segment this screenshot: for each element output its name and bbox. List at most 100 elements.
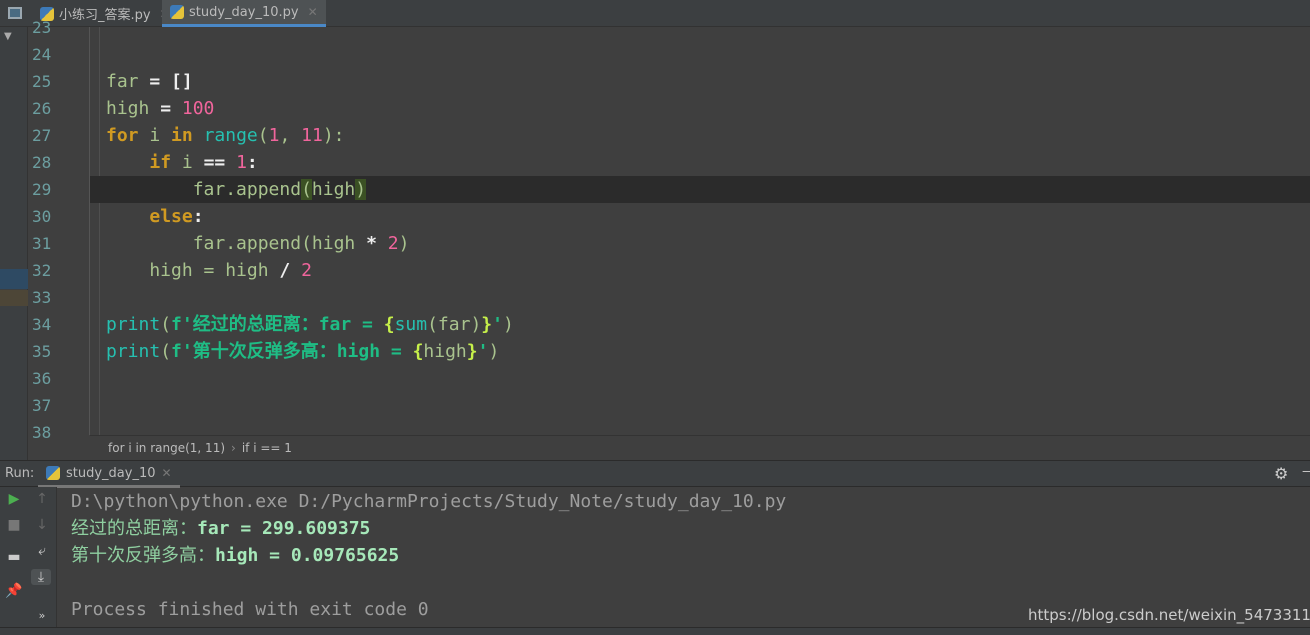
token: in: [171, 125, 193, 146]
token: :: [192, 206, 204, 227]
token: 2: [387, 233, 399, 254]
token: high: [423, 341, 467, 362]
token: 1: [268, 125, 280, 146]
soft-wrap-icon[interactable]: ⤶: [32, 543, 52, 559]
up-arrow-icon[interactable]: ↑: [32, 491, 52, 507]
scroll-marker: [0, 269, 28, 289]
token: sum: [394, 314, 428, 335]
token: (: [257, 125, 269, 146]
line-number: 26: [32, 99, 52, 118]
output-text: 第十次反弹多高：: [71, 545, 215, 566]
code-line[interactable]: 27 for i in range(1, 11):: [32, 122, 1310, 149]
token: ': [477, 341, 489, 362]
code-line[interactable]: 28 if i == 1:: [32, 149, 1310, 176]
token: }: [481, 314, 493, 335]
token: *: [366, 233, 388, 254]
code-line[interactable]: 25 far = []: [32, 68, 1310, 95]
code-line[interactable]: 37: [32, 392, 1310, 419]
minimize-icon[interactable]: —: [1302, 464, 1310, 479]
line-number: 32: [32, 261, 52, 280]
token: 2: [301, 260, 312, 281]
code-text: print(f'经过的总距离：far = {sum(far)}'): [106, 311, 514, 338]
code-line[interactable]: 29 far.append(high): [32, 176, 1310, 203]
token: far.append: [106, 179, 302, 200]
chevron-right-icon: ›: [231, 441, 236, 455]
token: high: [311, 179, 356, 200]
code-text: for i in range(1, 11):: [106, 122, 345, 149]
token: else: [149, 206, 193, 227]
token: print: [106, 314, 161, 335]
token: ==: [203, 152, 237, 173]
token: ): [502, 314, 514, 335]
token: i: [138, 125, 172, 146]
token: :: [246, 152, 258, 173]
token: []: [171, 71, 193, 92]
code-line[interactable]: 23: [32, 14, 1310, 41]
token: {: [412, 341, 424, 362]
code-line[interactable]: 26 high = 100: [32, 95, 1310, 122]
status-bar: [0, 627, 1310, 635]
pin-icon[interactable]: 📌: [4, 583, 24, 599]
token: ): [488, 341, 500, 362]
more-icon[interactable]: »: [32, 609, 52, 622]
code-line[interactable]: 24: [32, 41, 1310, 68]
token: range: [203, 125, 258, 146]
line-number: 31: [32, 234, 52, 253]
code-text: high = high / 2: [106, 257, 312, 284]
run-tab[interactable]: study_day_10 ✕: [38, 461, 180, 488]
token: {: [383, 314, 395, 335]
output-value: high = 0.09765625: [215, 545, 400, 566]
output-value: far = 299.609375: [197, 518, 371, 539]
token: ): [355, 179, 367, 200]
down-arrow-icon[interactable]: ↓: [32, 517, 52, 533]
token: (: [301, 179, 312, 200]
code-editor[interactable]: 23 24 25 far = [] 26 high = 100 27 for i in ran…: [32, 18, 1310, 442]
token: ': [492, 314, 503, 335]
rerun-icon[interactable]: ▶: [4, 491, 24, 507]
layout-icon[interactable]: ▬: [4, 549, 24, 565]
collapse-icon[interactable]: ▼: [4, 31, 12, 42]
gear-icon[interactable]: ⚙: [1274, 464, 1288, 483]
line-number: 37: [32, 396, 52, 415]
token: f'第十次反弹多高：high =: [171, 341, 413, 362]
console-finish: Process finished with exit code 0: [71, 599, 429, 620]
token: 1: [236, 152, 247, 173]
stop-icon[interactable]: ■: [4, 517, 24, 533]
line-number: 36: [32, 369, 52, 388]
code-line[interactable]: 32 high = high / 2: [32, 257, 1310, 284]
project-icon[interactable]: [8, 7, 22, 19]
line-number: 34: [32, 315, 52, 334]
code-line[interactable]: 34 print(f'经过的总距离：far = {sum(far)}'): [32, 311, 1310, 338]
token: for: [106, 125, 139, 146]
breadcrumb-item[interactable]: for i in range(1, 11): [108, 441, 225, 455]
python-icon: [46, 466, 60, 480]
token: ,: [279, 125, 302, 146]
run-label: Run:: [5, 466, 35, 481]
token: ): [398, 233, 410, 254]
close-icon[interactable]: ✕: [162, 466, 172, 480]
code-line[interactable]: 33: [32, 284, 1310, 311]
run-tab-label: study_day_10: [66, 465, 156, 481]
token: (far): [427, 314, 482, 335]
console-line: 第十次反弹多高：high = 0.09765625: [71, 542, 399, 569]
scroll-to-end-icon[interactable]: ⤓: [31, 569, 51, 585]
code-line[interactable]: 31 far.append(high * 2): [32, 230, 1310, 257]
console-command: D:\python\python.exe D:/PycharmProjects/…: [71, 491, 787, 512]
watermark: https://blog.csdn.net/weixin_54733110: [1028, 606, 1310, 624]
code-line[interactable]: 36: [32, 365, 1310, 392]
token: 100: [181, 98, 215, 119]
code-text: print(f'第十次反弹多高：high = {high}'): [106, 338, 499, 365]
code-text: else:: [106, 203, 204, 230]
code-line[interactable]: 35 print(f'第十次反弹多高：high = {high}'): [32, 338, 1310, 365]
token: (: [160, 341, 172, 362]
code-text: far.append(high): [106, 176, 367, 203]
output-text: 经过的总距离：: [71, 518, 197, 539]
code-line[interactable]: 30 else:: [32, 203, 1310, 230]
line-number: 24: [32, 45, 52, 64]
scroll-marker: [0, 290, 28, 306]
line-number: 25: [32, 72, 52, 91]
token: =: [149, 71, 172, 92]
breadcrumb-item[interactable]: if i == 1: [242, 441, 292, 455]
